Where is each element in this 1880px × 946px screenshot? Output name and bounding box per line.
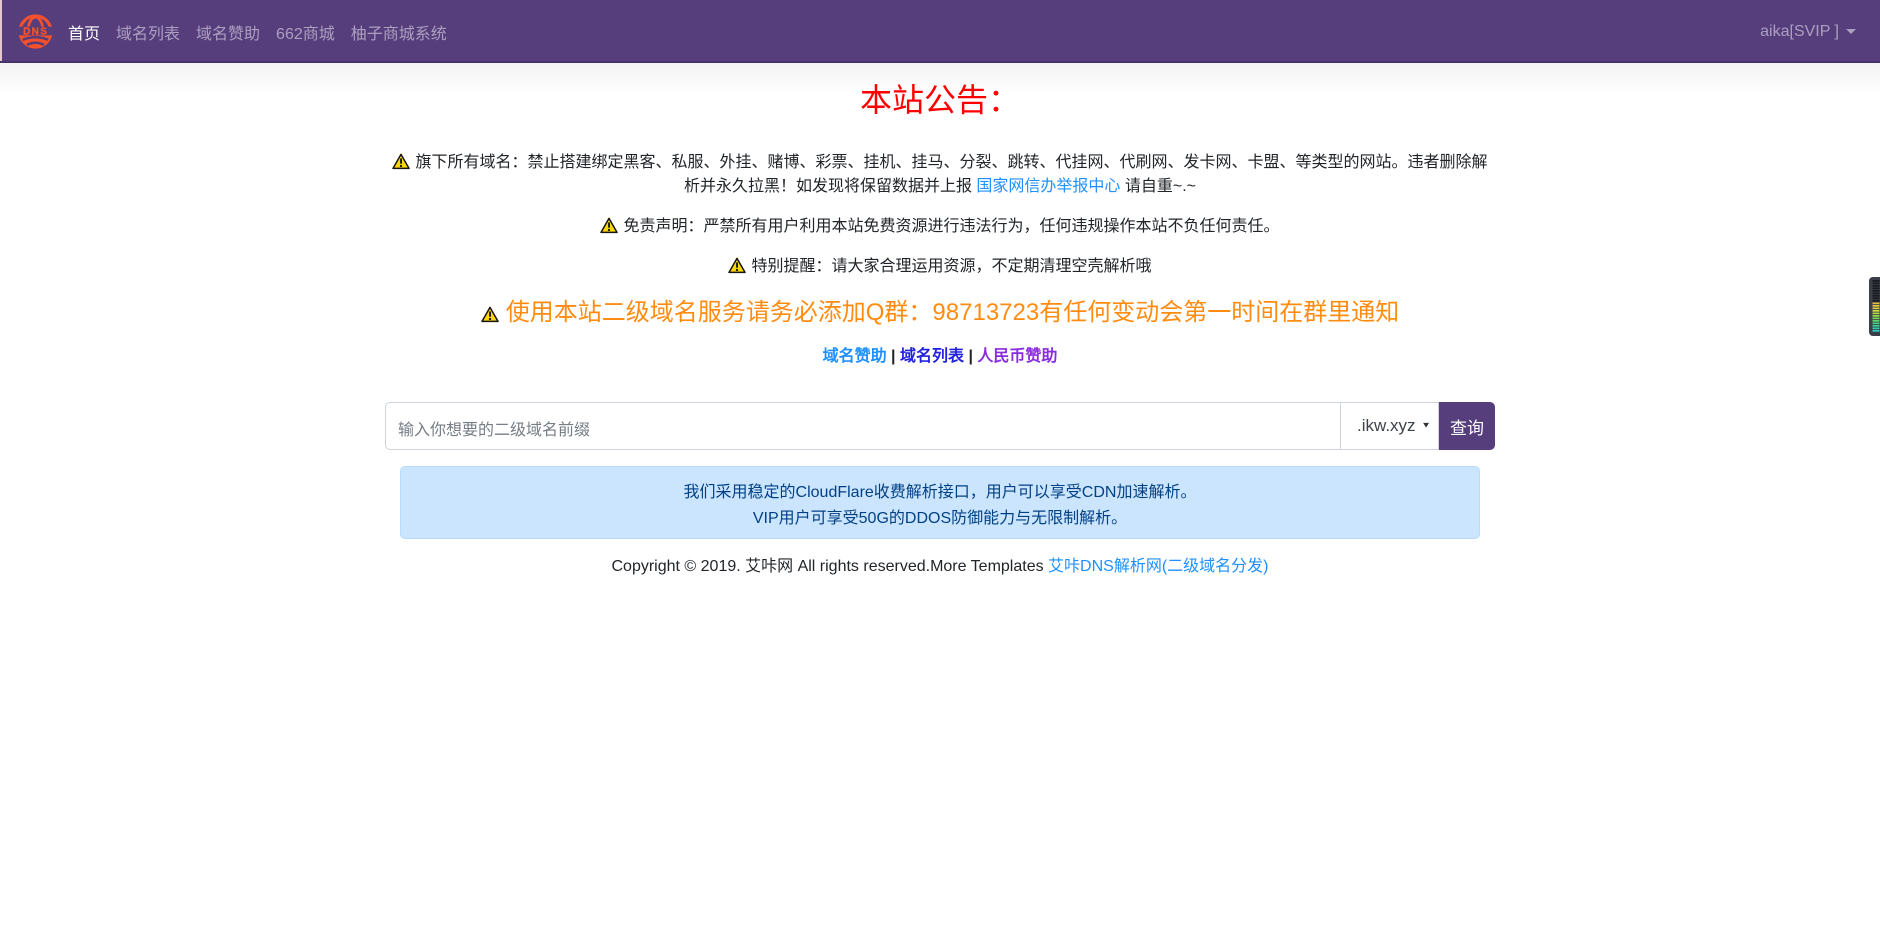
svg-text:DNS: DNS xyxy=(23,27,48,38)
